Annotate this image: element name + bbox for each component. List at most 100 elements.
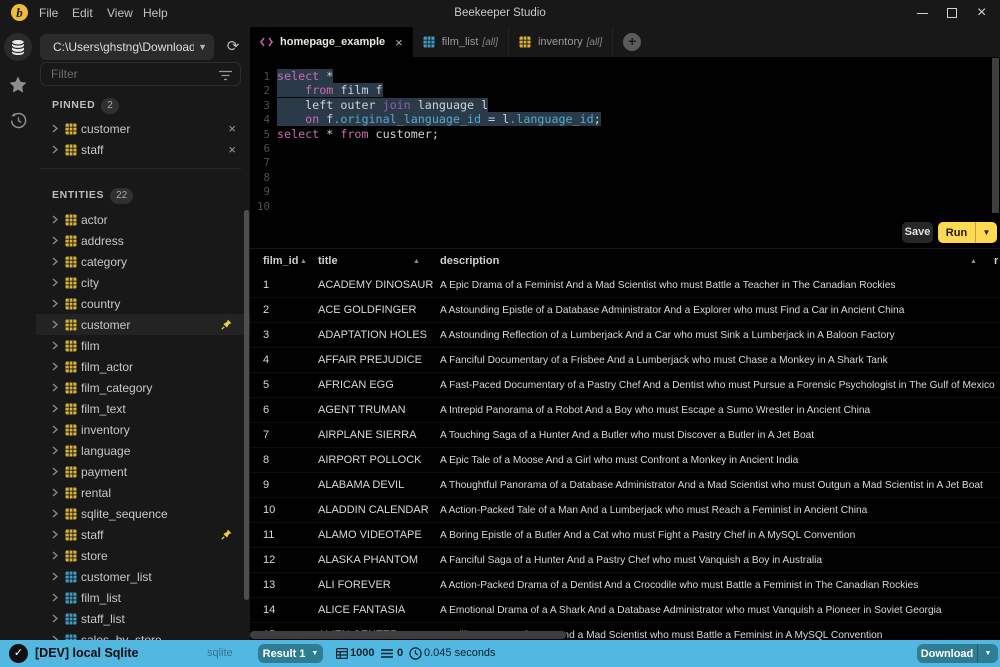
- new-tab-button[interactable]: +: [623, 33, 641, 51]
- table-icon: [65, 403, 77, 415]
- entities-item-customer[interactable]: customer: [36, 314, 250, 335]
- table-row[interactable]: 10ALADDIN CALENDARA Action-Packed Tale o…: [250, 498, 1000, 523]
- sidebar: C:\Users\ghstng\Downloads▼ ⟳ Filter PINN…: [36, 27, 250, 640]
- horizontal-scrollbar[interactable]: [250, 631, 566, 639]
- result-tab-button[interactable]: Result 1▼: [258, 644, 323, 663]
- cell-description: A Intrepid Panorama of a Robot And a Boy…: [440, 398, 1000, 423]
- entities-item-payment[interactable]: payment: [36, 461, 250, 482]
- database-connection-icon[interactable]: [4, 33, 32, 61]
- cell-description: A Fanciful Saga of a Hunter And a Pastry…: [440, 548, 1000, 573]
- entities-item-category[interactable]: category: [36, 251, 250, 272]
- activity-bar: [0, 27, 36, 640]
- table-row[interactable]: 2ACE GOLDFINGERA Astounding Epistle of a…: [250, 298, 1000, 323]
- table-row[interactable]: 7AIRPLANE SIERRAA Touching Saga of a Hun…: [250, 423, 1000, 448]
- line-number: 6: [250, 142, 270, 156]
- chevron-right-icon: [52, 124, 58, 133]
- entities-item-sales_by_store[interactable]: sales_by_store: [36, 629, 250, 640]
- entities-count-badge: 22: [110, 188, 133, 204]
- table-row[interactable]: 3ADAPTATION HOLESA Astounding Reflection…: [250, 323, 1000, 348]
- refresh-icon[interactable]: ⟳: [220, 34, 246, 60]
- table-row[interactable]: 1ACADEMY DINOSAURA Epic Drama of a Femin…: [250, 273, 1000, 298]
- table-icon: [65, 529, 77, 541]
- sort-arrow-icon[interactable]: ▲: [970, 249, 977, 274]
- entities-item-city[interactable]: city: [36, 272, 250, 293]
- table-row[interactable]: 4AFFAIR PREJUDICEA Fanciful Documentary …: [250, 348, 1000, 373]
- column-header-description[interactable]: description: [440, 249, 499, 274]
- entities-item-film_category[interactable]: film_category: [36, 377, 250, 398]
- tab-close-icon[interactable]: ×: [395, 35, 403, 50]
- connection-path: C:\Users\ghstng\Downloads: [53, 34, 194, 60]
- table-icon: [65, 144, 77, 156]
- table-row[interactable]: 8AIRPORT POLLOCKA Epic Tale of a Moose A…: [250, 448, 1000, 473]
- connection-dropdown[interactable]: C:\Users\ghstng\Downloads▼: [40, 34, 214, 60]
- tab-homepage_example[interactable]: homepage_example×: [250, 27, 413, 57]
- entities-item-staff_list[interactable]: staff_list: [36, 608, 250, 629]
- dialect-label: sqlite: [207, 640, 233, 667]
- view-icon: [65, 592, 77, 604]
- minimize-button[interactable]: [917, 13, 928, 14]
- cell-film-id: 4: [263, 348, 308, 373]
- table-row[interactable]: 13ALI FOREVERA Action-Packed Drama of a …: [250, 573, 1000, 598]
- unpin-icon[interactable]: ×: [228, 118, 236, 139]
- line-number: 4: [250, 113, 270, 127]
- chevron-down-icon: ▼: [198, 34, 207, 60]
- sort-arrow-icon[interactable]: ▲: [413, 249, 420, 274]
- cell-description: A Astounding Epistle of a Database Admin…: [440, 298, 1000, 323]
- column-header-title[interactable]: title: [318, 249, 338, 274]
- editor-scrollbar[interactable]: [992, 58, 999, 213]
- entities-item-actor[interactable]: actor: [36, 209, 250, 230]
- download-dropdown-icon[interactable]: ▼: [978, 650, 998, 657]
- close-button[interactable]: ×: [977, 0, 986, 27]
- run-button[interactable]: Run▼: [938, 222, 997, 243]
- cell-title: ALICE FANTASIA: [318, 598, 436, 623]
- entities-item-language[interactable]: language: [36, 440, 250, 461]
- tab-modifier: [all]: [482, 37, 498, 48]
- cell-title: ALASKA PHANTOM: [318, 548, 436, 573]
- entities-item-film[interactable]: film: [36, 335, 250, 356]
- cell-film-id: 13: [263, 573, 308, 598]
- entities-item-rental[interactable]: rental: [36, 482, 250, 503]
- sql-editor[interactable]: 1select *2 from film f3 left outer join …: [250, 69, 601, 213]
- table-row[interactable]: 12ALASKA PHANTOMA Fanciful Saga of a Hun…: [250, 548, 1000, 573]
- entities-item-country[interactable]: country: [36, 293, 250, 314]
- run-dropdown-icon[interactable]: ▼: [976, 228, 997, 237]
- pinned-item-customer[interactable]: customer×: [36, 118, 250, 139]
- entities-item-staff[interactable]: staff: [36, 524, 250, 545]
- chevron-right-icon: [52, 383, 58, 392]
- cell-description: A Touching Saga of a Hunter And a Butler…: [440, 423, 1000, 448]
- entities-item-customer_list[interactable]: customer_list: [36, 566, 250, 587]
- table-row[interactable]: 5AFRICAN EGGA Fast-Paced Documentary of …: [250, 373, 1000, 398]
- entity-label: store: [81, 549, 108, 563]
- sidebar-scrollbar[interactable]: [244, 210, 249, 600]
- column-header-partial[interactable]: r: [994, 249, 998, 274]
- pinned-indicator-icon[interactable]: [221, 317, 232, 335]
- entities-item-film_text[interactable]: film_text: [36, 398, 250, 419]
- pinned-item-staff[interactable]: staff×: [36, 139, 250, 160]
- table-row[interactable]: 14ALICE FANTASIAA Emotional Drama of a A…: [250, 598, 1000, 623]
- cell-film-id: 7: [263, 423, 308, 448]
- filter-input[interactable]: Filter: [40, 62, 241, 86]
- entities-item-inventory[interactable]: inventory: [36, 419, 250, 440]
- entity-label: rental: [81, 486, 111, 500]
- entities-item-store[interactable]: store: [36, 545, 250, 566]
- saved-queries-icon[interactable]: [0, 76, 36, 98]
- sort-arrow-icon[interactable]: ▲: [300, 249, 307, 274]
- tab-inventory[interactable]: inventory[all]: [509, 27, 613, 57]
- entities-item-film_actor[interactable]: film_actor: [36, 356, 250, 377]
- entities-item-address[interactable]: address: [36, 230, 250, 251]
- table-row[interactable]: 11ALAMO VIDEOTAPEA Boring Epistle of a B…: [250, 523, 1000, 548]
- maximize-button[interactable]: [947, 8, 957, 18]
- unpin-icon[interactable]: ×: [228, 139, 236, 160]
- history-icon[interactable]: [0, 112, 36, 130]
- tab-film_list[interactable]: film_list[all]: [413, 27, 509, 57]
- entities-item-film_list[interactable]: film_list: [36, 587, 250, 608]
- sidebar-divider: [40, 168, 241, 169]
- table-row[interactable]: 9ALABAMA DEVILA Thoughtful Panorama of a…: [250, 473, 1000, 498]
- save-button[interactable]: Save: [902, 222, 933, 243]
- column-header-film_id[interactable]: film_id: [263, 249, 298, 274]
- entity-label: film_text: [81, 402, 126, 416]
- table-row[interactable]: 6AGENT TRUMANA Intrepid Panorama of a Ro…: [250, 398, 1000, 423]
- download-button[interactable]: Download▼: [917, 644, 998, 663]
- pinned-indicator-icon[interactable]: [221, 527, 232, 545]
- entities-item-sqlite_sequence[interactable]: sqlite_sequence: [36, 503, 250, 524]
